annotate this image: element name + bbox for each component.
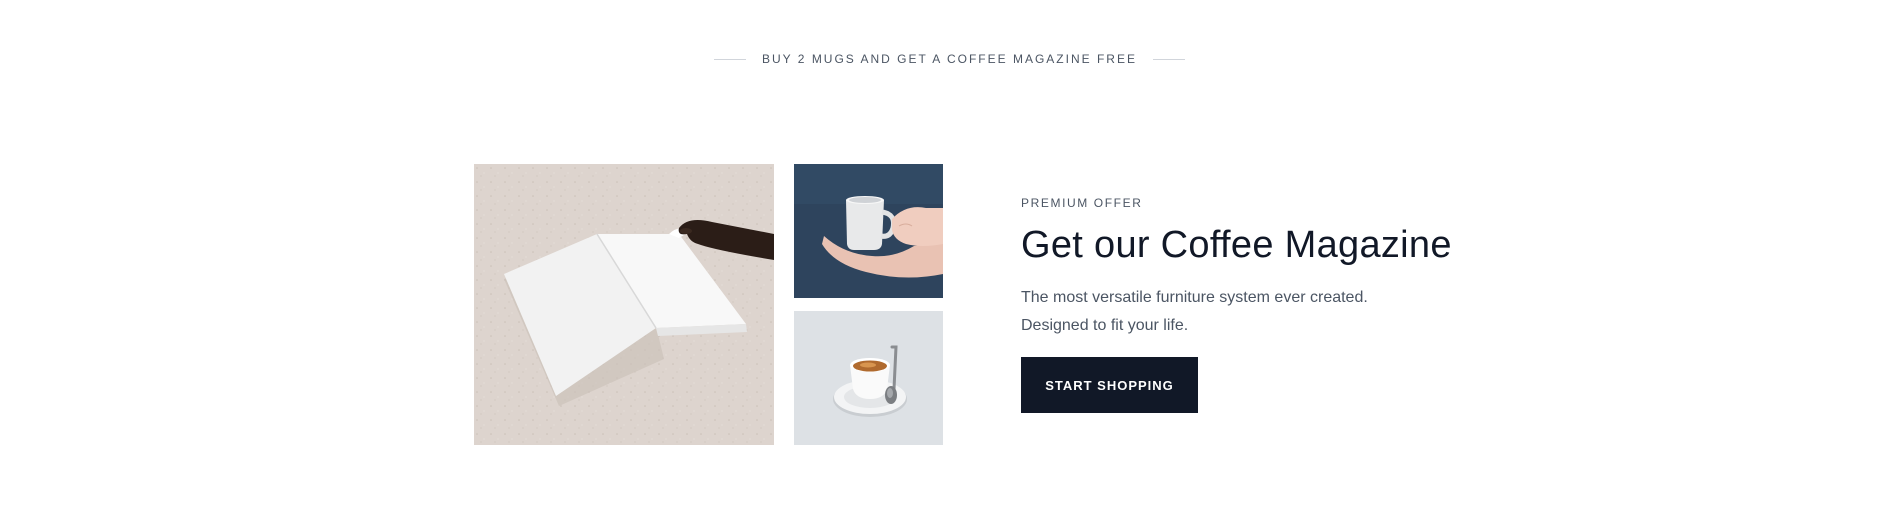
start-shopping-button[interactable]: START SHOPPING xyxy=(1021,357,1198,413)
magazine-offer-section: PREMIUM OFFER Get our Coffee Magazine Th… xyxy=(474,164,1464,445)
offer-content: PREMIUM OFFER Get our Coffee Magazine Th… xyxy=(1021,196,1461,413)
offer-eyebrow: PREMIUM OFFER xyxy=(1021,196,1143,210)
mug-image xyxy=(794,164,943,298)
promo-divider-left xyxy=(714,58,747,60)
offer-description: The most versatile furniture system ever… xyxy=(1021,289,1368,334)
offer-headline: Get our Coffee Magazine xyxy=(1021,224,1452,266)
promo-divider-right xyxy=(1152,58,1185,60)
promo-text: BUY 2 MUGS AND GET A COFFEE MAGAZINE FRE… xyxy=(762,52,1137,66)
promo-banner: BUY 2 MUGS AND GET A COFFEE MAGAZINE FRE… xyxy=(0,52,1899,66)
espresso-image xyxy=(794,311,943,445)
magazine-image xyxy=(474,164,774,445)
